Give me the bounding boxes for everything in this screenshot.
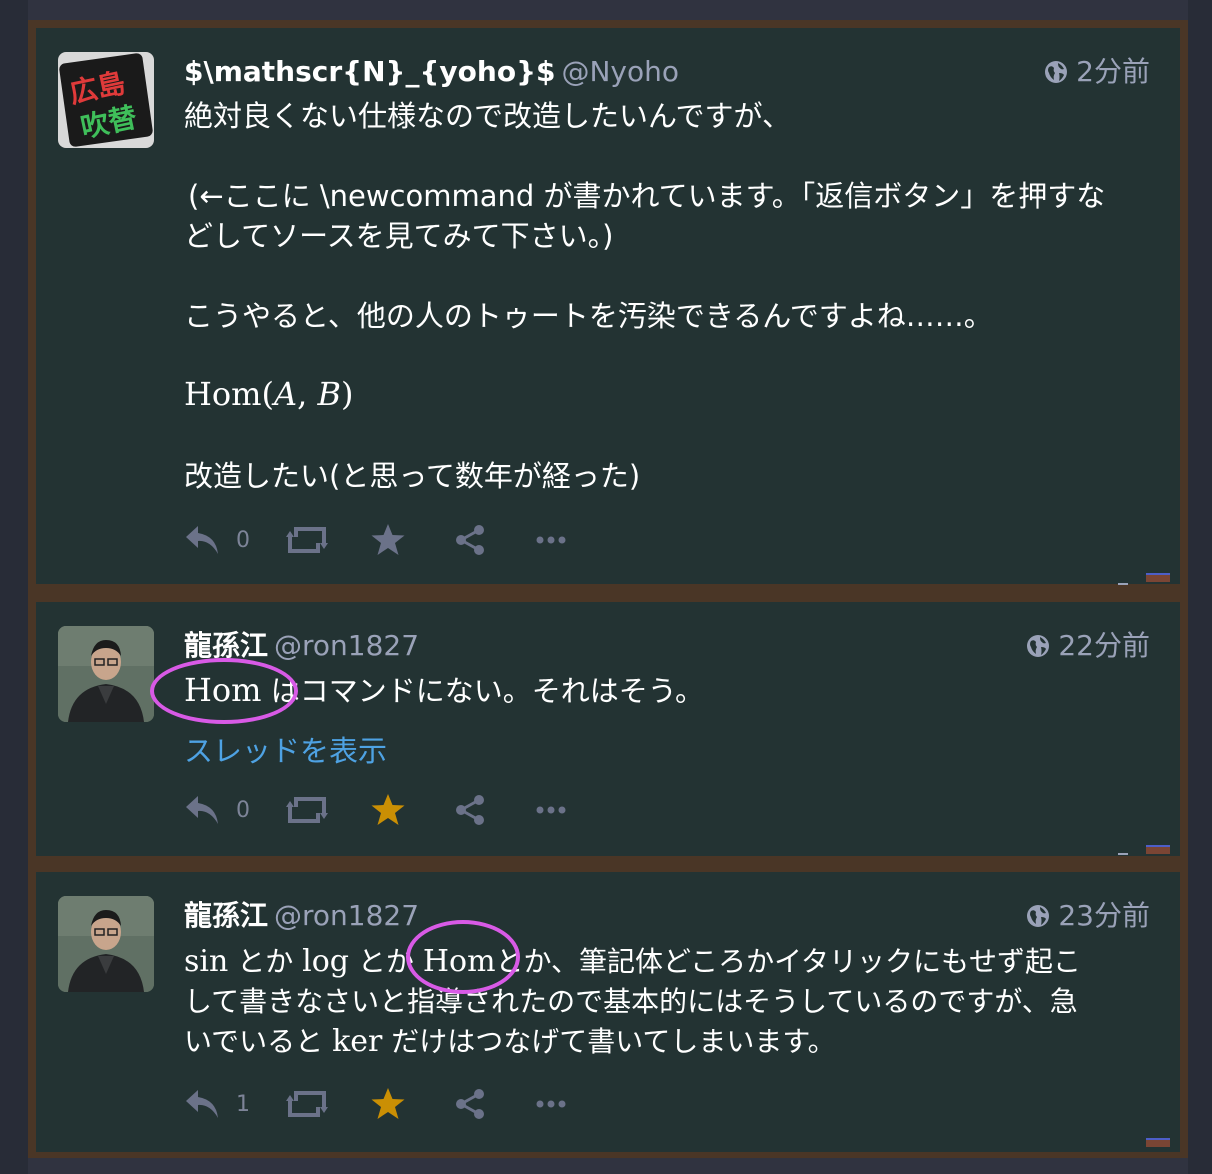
- math-var: A: [274, 375, 298, 413]
- content-line: Hom はコマンドにない。それはそう。: [184, 670, 1160, 711]
- reply-icon: [186, 796, 218, 824]
- timeline-column: 広島 吹替 $\mathscr{N}_{yoho}$ @Nyoho 2分前 絶対良…: [28, 0, 1188, 1174]
- reply-icon: [186, 1090, 218, 1118]
- favourite-button[interactable]: [370, 793, 406, 827]
- status-card[interactable]: 広島 吹替 $\mathscr{N}_{yoho}$ @Nyoho 2分前 絶対良…: [36, 28, 1180, 585]
- status-card[interactable]: 龍孫江 @ron1827 22分前 Hom はコマンドにない。それはそう。 スレッ…: [36, 602, 1180, 856]
- share-button[interactable]: [454, 1088, 486, 1120]
- more-icon: [536, 536, 566, 544]
- reply-button[interactable]: 0: [184, 794, 250, 826]
- boost-icon: [286, 1091, 328, 1117]
- content-line: 絶対良くない仕様なので改造したいんですが、: [184, 99, 791, 133]
- reply-count: 1: [236, 1091, 250, 1117]
- content-line: (←ここに \newcommand が書かれています。「返信ボタン」を押すな: [188, 179, 1106, 213]
- globe-icon: [1027, 635, 1050, 657]
- boost-button[interactable]: [286, 1089, 328, 1119]
- favourite-button[interactable]: [370, 1087, 406, 1121]
- avatar-image: [58, 896, 154, 992]
- corner-dash: [1118, 853, 1128, 855]
- content-line: して書きなさいと指導されたので基本的にはそうしているのですが、急: [184, 985, 1078, 1018]
- boost-button[interactable]: [286, 795, 328, 825]
- more-icon: [536, 1100, 566, 1108]
- boost-icon: [286, 797, 328, 823]
- reply-count: 0: [236, 797, 250, 823]
- content-line: こうやると、他の人のトゥートを汚染できるんですよね……。: [184, 299, 993, 333]
- content-text: とか: [357, 945, 414, 978]
- boost-icon: [286, 527, 328, 553]
- time-label: 23分前: [1058, 899, 1150, 932]
- math-word: ker: [332, 1024, 383, 1059]
- math-expression: Hom(A, B): [184, 374, 353, 414]
- math-word: sin: [184, 944, 229, 979]
- content-text: だけはつなげて書いてしまいます。: [391, 1025, 836, 1058]
- avatar[interactable]: [58, 896, 154, 992]
- display-name[interactable]: $\mathscr{N}_{yoho}$: [184, 55, 555, 88]
- time-label: 2分前: [1076, 55, 1150, 88]
- action-bar: 0: [184, 790, 566, 830]
- more-button[interactable]: [536, 1099, 566, 1109]
- account-handle[interactable]: @Nyoho: [561, 55, 679, 88]
- time-label: 22分前: [1058, 629, 1150, 662]
- status-time[interactable]: 23分前: [1026, 894, 1150, 938]
- display-name[interactable]: 龍孫江: [184, 629, 268, 662]
- favourite-button[interactable]: [370, 523, 406, 557]
- share-icon: [456, 525, 484, 555]
- status-card[interactable]: 龍孫江 @ron1827 23分前 sin とか log とか Homとか、筆記体…: [36, 872, 1180, 1152]
- reply-button[interactable]: 0: [184, 524, 250, 556]
- share-icon: [456, 795, 484, 825]
- corner-marker: [1146, 1138, 1170, 1147]
- avatar[interactable]: 広島 吹替: [58, 52, 154, 148]
- star-icon: [371, 1088, 405, 1119]
- account-handle[interactable]: @ron1827: [274, 629, 419, 662]
- content-line: どしてソースを見てみて下さい。): [184, 219, 614, 253]
- content-text: はコマンドにない。それはそう。: [270, 674, 704, 708]
- content-text: とか: [237, 945, 294, 978]
- globe-icon: [1027, 905, 1050, 927]
- avatar-image: [58, 626, 154, 722]
- status-time[interactable]: 22分前: [1026, 624, 1150, 668]
- content-line: 改造したい(と思って数年が経った): [184, 459, 641, 493]
- column-top-bar: [28, 0, 1188, 20]
- share-button[interactable]: [454, 794, 486, 826]
- corner-marker: [1146, 573, 1170, 582]
- math-word: Hom: [184, 671, 262, 709]
- more-icon: [536, 806, 566, 814]
- status-content: Hom はコマンドにない。それはそう。: [184, 670, 1160, 711]
- content-line: いでいると ker だけはつなげて書いてしまいます。: [184, 1022, 1160, 1062]
- column-bottom-bar: [28, 1158, 1188, 1174]
- star-icon: [371, 794, 405, 825]
- reply-icon: [186, 526, 218, 554]
- more-button[interactable]: [536, 535, 566, 545]
- status-time[interactable]: 2分前: [1044, 50, 1150, 94]
- globe-icon: [1045, 61, 1068, 83]
- share-icon: [456, 1089, 484, 1119]
- content-text: いでいると: [184, 1025, 324, 1058]
- math-word: Hom: [422, 944, 496, 979]
- action-bar: 1: [184, 1084, 566, 1124]
- share-button[interactable]: [454, 524, 486, 556]
- boost-button[interactable]: [286, 525, 328, 555]
- action-bar: 0: [184, 520, 566, 560]
- avatar[interactable]: [58, 626, 154, 722]
- show-thread-link[interactable]: スレッドを表示: [184, 728, 387, 770]
- math-text: ): [340, 375, 354, 413]
- display-name[interactable]: 龍孫江: [184, 899, 268, 932]
- reply-count: 0: [236, 527, 250, 553]
- avatar-image: 広島 吹替: [58, 52, 154, 148]
- math-word: log: [302, 944, 350, 979]
- corner-marker: [1146, 845, 1170, 854]
- math-text: ,: [297, 375, 318, 413]
- star-icon: [371, 524, 405, 555]
- math-text: Hom(: [184, 375, 274, 413]
- account-handle[interactable]: @ron1827: [274, 899, 419, 932]
- status-header: $\mathscr{N}_{yoho}$ @Nyoho: [184, 50, 1180, 94]
- more-button[interactable]: [536, 805, 566, 815]
- status-content: sin とか log とか Homとか、筆記体どころかイタリックにもせず起こ し…: [184, 942, 1160, 1062]
- content-text: とか、筆記体どころかイタリックにもせず起こ: [495, 945, 1081, 978]
- corner-dash: [1118, 583, 1128, 585]
- content-line: sin とか log とか Homとか、筆記体どころかイタリックにもせず起こ: [184, 942, 1160, 982]
- math-var: B: [317, 375, 341, 413]
- reply-button[interactable]: 1: [184, 1088, 250, 1120]
